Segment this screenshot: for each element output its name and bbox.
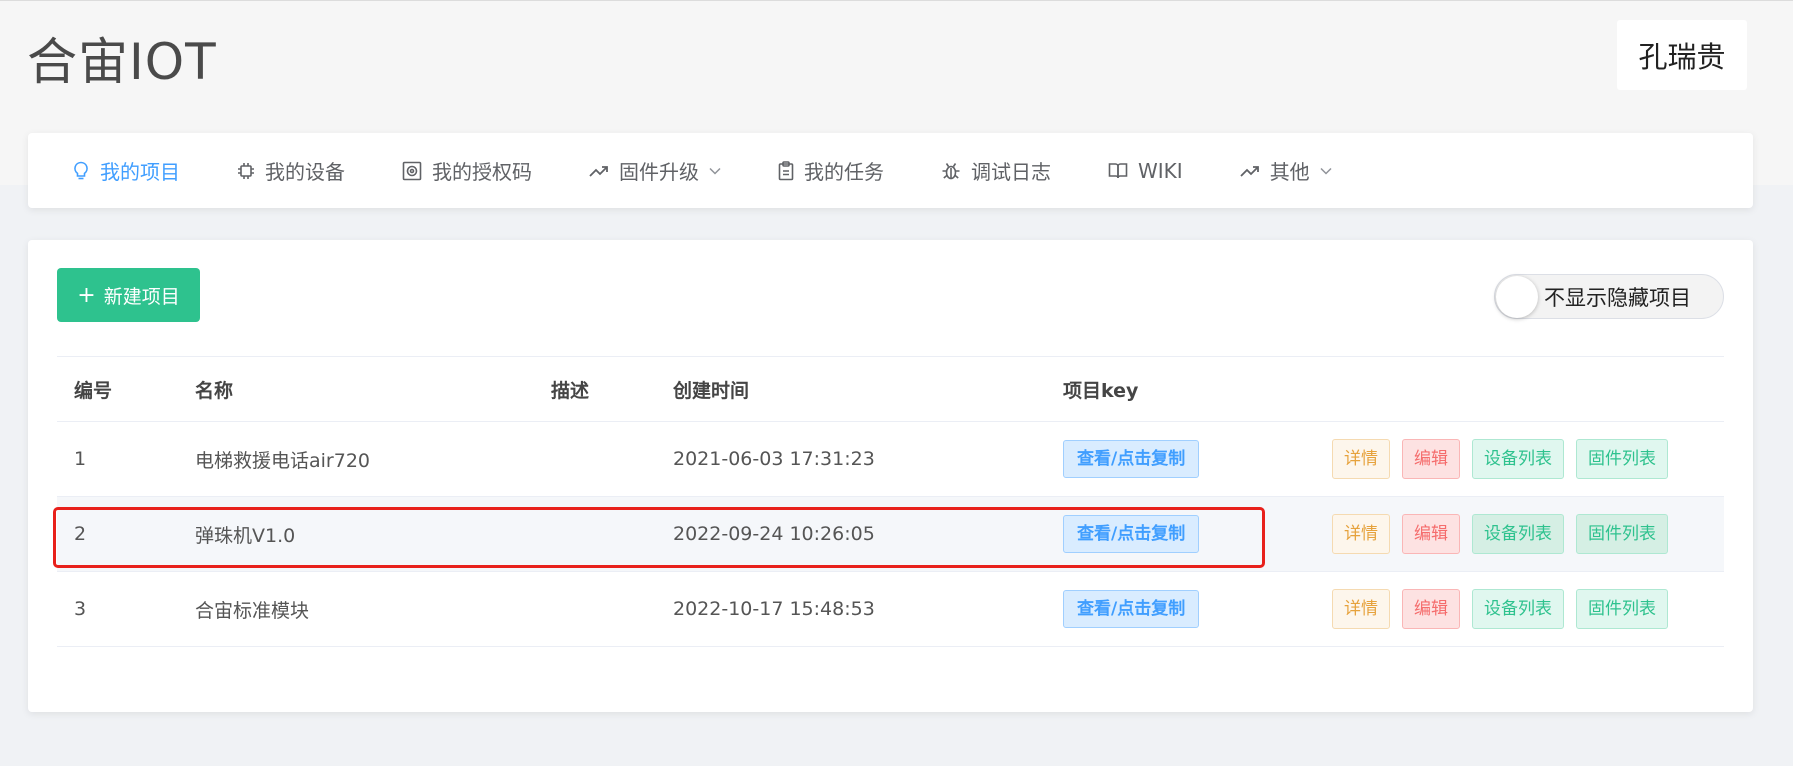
detail-button[interactable]: 详情 (1332, 589, 1390, 629)
nav-bar: 我的项目 我的设备 我的授权码 固件升级 我的任务 调试日志 WIKI 其他 (28, 133, 1753, 208)
nav-item-my-projects[interactable]: 我的项目 (72, 133, 180, 208)
cell-id: 2 (74, 523, 87, 545)
table-header: 编号 名称 描述 创建时间 项目key (57, 356, 1724, 422)
table-row[interactable]: 1 电梯救援电话air720 2021-06-03 17:31:23 查看/点击… (57, 422, 1724, 497)
copy-key-button[interactable]: 查看/点击复制 (1063, 590, 1200, 628)
header-id[interactable]: 编号 (57, 376, 178, 403)
plus-icon: + (77, 282, 96, 308)
nav-item-label: 调试日志 (971, 160, 1051, 184)
cell-name: 电梯救援电话air720 (195, 449, 370, 472)
toggle-knob[interactable] (1496, 275, 1538, 318)
edit-button[interactable]: 编辑 (1402, 589, 1460, 629)
chip-icon (238, 162, 254, 179)
nav-item-label: 我的任务 (804, 160, 884, 184)
cell-actions: 详情 编辑 设备列表 固件列表 (1332, 439, 1724, 479)
device-list-button[interactable]: 设备列表 (1472, 439, 1564, 479)
nav-menu: 我的项目 我的设备 我的授权码 固件升级 我的任务 调试日志 WIKI 其他 (28, 133, 1753, 208)
firmware-list-button[interactable]: 固件列表 (1576, 514, 1668, 554)
header-name[interactable]: 名称 (178, 376, 534, 403)
copy-key-button[interactable]: 查看/点击复制 (1063, 440, 1200, 478)
firmware-list-button[interactable]: 固件列表 (1576, 589, 1668, 629)
nav-item-wiki[interactable]: WIKI (1108, 133, 1183, 208)
new-project-label: 新建项目 (103, 285, 180, 308)
cell-id: 1 (74, 448, 87, 470)
nav-item-my-devices[interactable]: 我的设备 (237, 133, 345, 208)
qrcode-icon (402, 161, 422, 180)
nav-item-auth-codes[interactable]: 我的授权码 (402, 133, 532, 208)
nav-item-label: 我的授权码 (432, 160, 532, 184)
header-desc[interactable]: 描述 (534, 376, 656, 403)
chevron-down-icon (709, 167, 721, 175)
cell-key: 查看/点击复制 (1046, 440, 1332, 478)
table-row[interactable]: 2 弹珠机V1.0 2022-09-24 10:26:05 查看/点击复制 详情… (57, 497, 1724, 572)
edit-button[interactable]: 编辑 (1402, 439, 1460, 479)
nav-item-label: 我的设备 (265, 160, 345, 184)
cell-actions: 详情 编辑 设备列表 固件列表 (1332, 514, 1724, 554)
nav-item-debug-log[interactable]: 调试日志 (941, 133, 1051, 208)
device-list-button[interactable]: 设备列表 (1472, 589, 1564, 629)
cell-key: 查看/点击复制 (1046, 590, 1332, 628)
cell-created: 2022-09-24 10:26:05 (673, 523, 875, 545)
copy-key-button[interactable]: 查看/点击复制 (1063, 515, 1200, 553)
cell-created: 2022-10-17 15:48:53 (673, 598, 875, 620)
detail-button[interactable]: 详情 (1332, 514, 1390, 554)
book-icon (1108, 162, 1128, 178)
header-key[interactable]: 项目key (1046, 376, 1332, 403)
device-list-button[interactable]: 设备列表 (1472, 514, 1564, 554)
edit-button[interactable]: 编辑 (1402, 514, 1460, 554)
trend-up-icon (1240, 165, 1259, 177)
trend-up-icon (589, 165, 608, 177)
firmware-list-button[interactable]: 固件列表 (1576, 439, 1668, 479)
cell-created: 2021-06-03 17:31:23 (673, 448, 875, 470)
nav-item-label: 其他 (1269, 160, 1310, 184)
nav-item-firmware-upgrade[interactable]: 固件升级 (589, 133, 721, 208)
cell-id: 3 (74, 598, 87, 620)
cell-key: 查看/点击复制 (1046, 515, 1332, 553)
detail-button[interactable]: 详情 (1332, 439, 1390, 479)
user-menu[interactable]: 孔瑞贵 (1617, 20, 1747, 90)
project-table: 编号 名称 描述 创建时间 项目key 1 电梯救援电话air720 2021-… (57, 356, 1724, 647)
cell-actions: 详情 编辑 设备列表 固件列表 (1332, 589, 1724, 629)
hide-projects-toggle[interactable]: 不显示隐藏项目 (1494, 274, 1724, 319)
toggle-label: 不显示隐藏项目 (1544, 285, 1691, 310)
nav-item-my-tasks[interactable]: 我的任务 (778, 133, 884, 208)
bug-icon (942, 162, 960, 179)
lightbulb-icon (74, 161, 88, 179)
cell-name: 合宙标准模块 (195, 599, 310, 622)
clipboard-icon (778, 160, 794, 180)
nav-item-label: WIKI (1138, 158, 1183, 183)
nav-item-other[interactable]: 其他 (1240, 133, 1332, 208)
project-list-card: + 新建项目 不显示隐藏项目 编号 名称 描述 创建时间 项目key 1 电梯救… (28, 240, 1753, 712)
table-row[interactable]: 3 合宙标准模块 2022-10-17 15:48:53 查看/点击复制 详情 … (57, 572, 1724, 647)
app-title: 合宙IOT (27, 33, 217, 91)
cell-name: 弹珠机V1.0 (195, 524, 296, 547)
nav-item-label: 固件升级 (619, 160, 699, 184)
new-project-button[interactable]: + 新建项目 (57, 268, 200, 322)
chevron-down-icon (1320, 167, 1332, 175)
header-created[interactable]: 创建时间 (656, 376, 1046, 403)
nav-item-label: 我的项目 (100, 160, 180, 184)
